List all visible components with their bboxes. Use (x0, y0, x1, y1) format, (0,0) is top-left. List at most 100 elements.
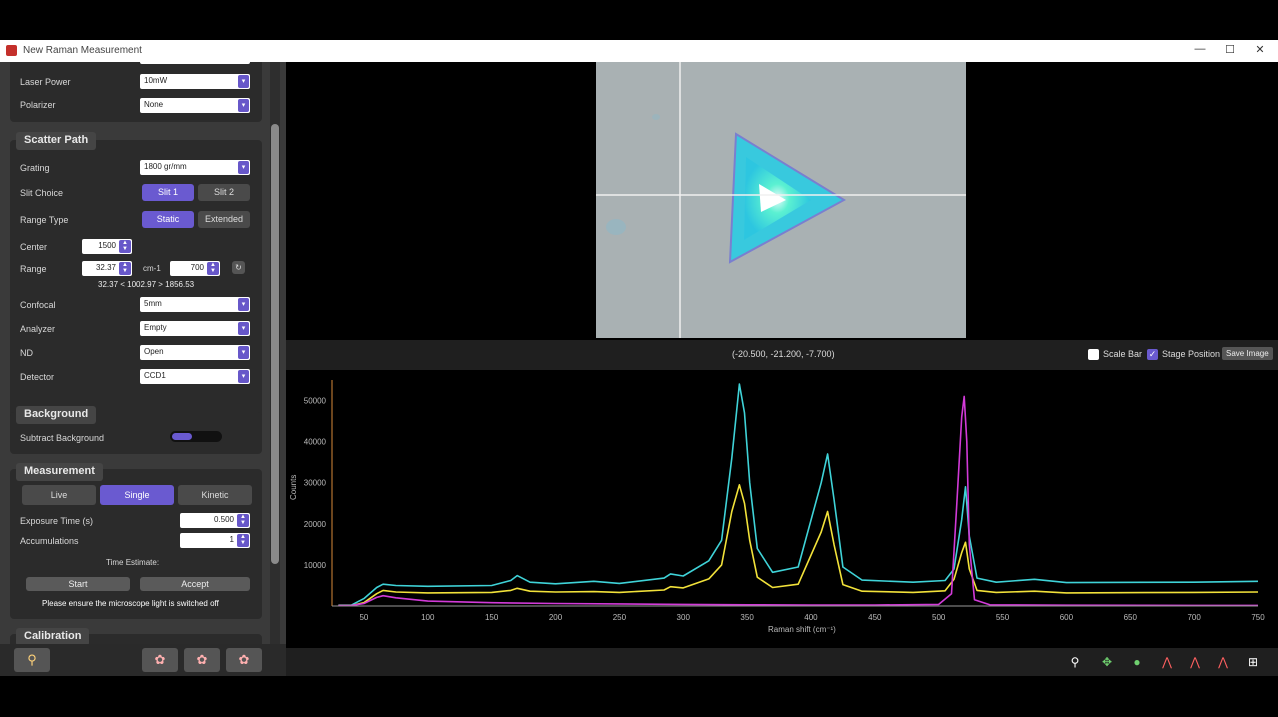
range-type-static[interactable]: Static (142, 211, 194, 228)
load-settings-icon[interactable]: ✿ (142, 648, 178, 672)
detector-select[interactable]: CCD1 ▾ (140, 369, 250, 384)
range-to-input[interactable]: 700 ▲ ▼ (170, 261, 220, 276)
window-title: New Raman Measurement (23, 45, 142, 56)
minimize-button[interactable]: — (1188, 43, 1212, 59)
settings-panel: Laser Power 10mW ▾ Polarizer None ▾ Scatte… (0, 62, 286, 676)
detector-value: CCD1 (144, 371, 166, 380)
mode-live[interactable]: Live (22, 485, 96, 505)
measurement-title: Measurement (16, 463, 103, 481)
x-tick-label: 550 (996, 613, 1010, 622)
range-from-input[interactable]: 32.37 ▲ ▼ (82, 261, 132, 276)
x-tick-label: 300 (677, 613, 691, 622)
pan-icon[interactable]: ✥ (1098, 653, 1116, 671)
confocal-label: Confocal (20, 300, 56, 310)
y-tick-label: 40000 (304, 438, 327, 447)
series-line-1 (338, 484, 1259, 607)
slit-option-2[interactable]: Slit 2 (198, 184, 250, 201)
laser-select-top[interactable] (140, 62, 250, 64)
slit-choice-label: Slit Choice (20, 188, 64, 198)
analyzer-value: Empty (144, 323, 167, 332)
confocal-value: 5mm (144, 299, 162, 308)
spinner-icon[interactable]: ▲ ▼ (237, 534, 249, 547)
x-tick-label: 50 (359, 613, 368, 622)
maximize-button[interactable]: ☐ (1218, 43, 1242, 59)
spectrum-plot[interactable]: 10000 20000 30000 40000 50000 50 100 150 200 250… (286, 370, 1278, 648)
range-to-value: 700 (190, 263, 204, 272)
exposure-time-input[interactable]: 0.500 ▲ ▼ (180, 513, 250, 528)
x-tick-label: 100 (421, 613, 435, 622)
range-unit: cm-1 (143, 264, 161, 273)
scrollbar-thumb[interactable] (271, 124, 279, 564)
start-button[interactable]: Start (26, 577, 130, 591)
x-tick-label: 650 (1124, 613, 1138, 622)
spectrum-chart[interactable]: 10000 20000 30000 40000 50000 50 100 150 200 250… (286, 370, 1278, 648)
chevron-down-icon: ▾ (238, 161, 249, 174)
laser-power-value: 10mW (144, 76, 168, 85)
chevron-down-icon: ▾ (238, 298, 249, 311)
light-warning: Please ensure the microscope light is sw… (42, 599, 219, 608)
app-window: New Raman Measurement — ☐ ✕ Laser Power … (0, 40, 1278, 676)
detector-label: Detector (20, 372, 55, 382)
stage-position-checkbox[interactable]: ✓ (1147, 349, 1158, 360)
save-settings-icon[interactable]: ✿ (184, 648, 220, 672)
fit-icon[interactable]: ⋀ (1214, 653, 1232, 671)
nd-select[interactable]: Open ▾ (140, 345, 250, 360)
chevron-down-icon: ▾ (238, 322, 249, 335)
export-settings-icon[interactable]: ✿ (226, 648, 262, 672)
baseline-icon[interactable]: ⋀ (1186, 653, 1204, 671)
export-plot-icon[interactable]: ⊞ (1244, 653, 1262, 671)
spinner-icon[interactable]: ▲ ▼ (207, 262, 219, 275)
image-status-bar: (-20.500, -21.200, -7.700) Scale Bar ✓ S… (286, 340, 1278, 370)
zoom-icon[interactable]: ⚲ (1066, 653, 1084, 671)
accept-button[interactable]: Accept (140, 577, 250, 591)
confocal-select[interactable]: 5mm ▾ (140, 297, 250, 312)
y-tick-label: 20000 (304, 520, 327, 529)
x-tick-label: 400 (804, 613, 818, 622)
microscope-icon[interactable]: ⚲ (14, 648, 50, 672)
save-image-button[interactable]: Save Image (1222, 347, 1273, 360)
chevron-down-icon: ▾ (238, 99, 249, 112)
marker-icon[interactable]: ● (1128, 653, 1146, 671)
mode-kinetic[interactable]: Kinetic (178, 485, 252, 505)
microscope-image[interactable] (596, 62, 966, 338)
stage-coordinates: (-20.500, -21.200, -7.700) (732, 349, 835, 359)
settings-scrollbar[interactable] (270, 62, 280, 676)
spinner-icon[interactable]: ▲ ▼ (119, 240, 131, 253)
x-tick-label: 500 (932, 613, 946, 622)
range-label: Range (20, 264, 47, 274)
slit-option-1[interactable]: Slit 1 (142, 184, 194, 201)
chevron-down-icon: ▾ (238, 75, 249, 88)
refresh-icon[interactable]: ↻ (232, 261, 245, 274)
y-axis-label: Counts (289, 475, 298, 500)
accumulations-value: 1 (229, 535, 234, 544)
scatter-path-group: Scatter Path Grating 1800 gr/mm ▾ Slit Ch… (10, 132, 262, 446)
y-tick-label: 30000 (304, 479, 327, 488)
x-axis-label: Raman shift (cm⁻¹) (768, 625, 836, 634)
image-area (286, 62, 1278, 340)
range-type-extended[interactable]: Extended (198, 211, 250, 228)
polarizer-select[interactable]: None ▾ (140, 98, 250, 113)
subtract-background-toggle[interactable] (170, 431, 222, 442)
x-tick-label: 250 (613, 613, 627, 622)
analyzer-select[interactable]: Empty ▾ (140, 321, 250, 336)
toggle-knob (172, 433, 192, 440)
plot-toolbar: ⚲ ✥ ● ⋀ ⋀ ⋀ ⊞ (286, 648, 1278, 676)
spinner-icon[interactable]: ▲ ▼ (119, 262, 131, 275)
exposure-time-label: Exposure Time (s) (20, 516, 94, 526)
polarizer-label: Polarizer (20, 100, 56, 110)
mode-single[interactable]: Single (100, 485, 174, 505)
peak-pick-icon[interactable]: ⋀ (1158, 653, 1176, 671)
close-button[interactable]: ✕ (1248, 43, 1272, 59)
stage-position-label: Stage Position (1162, 349, 1221, 359)
title-bar: New Raman Measurement — ☐ ✕ (0, 40, 1278, 62)
center-input[interactable]: 1500 ▲ ▼ (82, 239, 132, 254)
spinner-icon[interactable]: ▲ ▼ (237, 514, 249, 527)
background-group: Background Subtract Background (10, 406, 262, 454)
laser-power-select[interactable]: 10mW ▾ (140, 74, 250, 89)
analyzer-label: Analyzer (20, 324, 56, 334)
scale-bar-checkbox[interactable] (1088, 349, 1099, 360)
accumulations-input[interactable]: 1 ▲ ▼ (180, 533, 250, 548)
scale-bar-label: Scale Bar (1103, 349, 1143, 359)
grating-value: 1800 gr/mm (144, 162, 187, 171)
grating-select[interactable]: 1800 gr/mm ▾ (140, 160, 250, 175)
